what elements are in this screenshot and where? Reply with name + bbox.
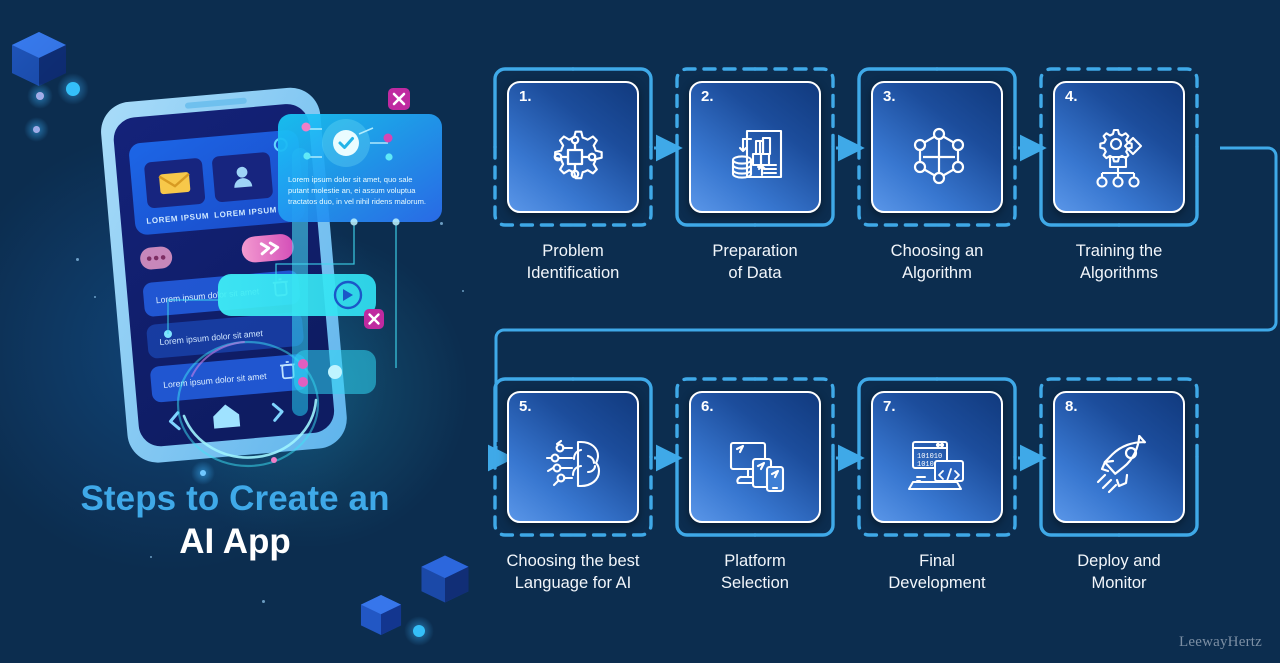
step-caption-7: Final Development — [834, 551, 1040, 595]
step-label-line1-1: Problem — [542, 242, 604, 260]
hexagon-nodes-icon — [873, 103, 1001, 211]
ai-brain-icon — [509, 413, 637, 521]
step-caption-6: Platform Selection — [652, 551, 858, 595]
step-caption-8: Deploy and Monitor — [1016, 551, 1222, 595]
step-card-body-3[interactable]: 3. — [871, 81, 1003, 213]
gear-network-icon — [509, 103, 637, 211]
step-label-line2-2: of Data — [728, 263, 782, 282]
step-label-line2-1: Identification — [526, 263, 620, 282]
step-caption-4: Training the Algorithms — [1016, 241, 1222, 285]
step-card-body-4[interactable]: 4. — [1053, 81, 1185, 213]
gear-hierarchy-icon — [1055, 103, 1183, 211]
step-caption-3: Choosing an Algorithm — [834, 241, 1040, 285]
infographic-canvas: LOREM IPSUM LOREM IPSUM Lorem ipsum dolo… — [0, 0, 1280, 663]
glow-particle — [27, 83, 53, 109]
step-card-body-2[interactable]: 2. — [689, 81, 821, 213]
ai-mobile-app-illustration: LOREM IPSUM LOREM IPSUM Lorem ipsum dolo… — [96, 86, 446, 468]
step-label-line2-3: Algorithm — [902, 263, 972, 282]
title-line-1: Steps to Create an — [80, 479, 390, 518]
title-line-2: AI App — [179, 521, 291, 561]
step-caption-2: Preparation of Data — [652, 241, 858, 285]
step-caption-1: Problem Identification — [470, 241, 676, 285]
page-title: Steps to Create an AI App — [0, 478, 470, 563]
step-label-line1-2: Preparation — [712, 242, 798, 260]
step-label-line1-8: Deploy and — [1077, 552, 1161, 570]
step-label-line2-4: Algorithms — [1080, 263, 1158, 282]
glow-particle — [191, 461, 215, 485]
step-label-line1-6: Platform — [724, 552, 786, 570]
step-label-line1-3: Choosing an — [890, 242, 984, 260]
particle-dot — [262, 600, 265, 603]
multi-device-icon — [691, 413, 819, 521]
watermark-logo: LeewayHertz — [1179, 634, 1262, 650]
step-card-body-8[interactable]: 8. — [1053, 391, 1185, 523]
code-laptop-icon: 101010 101010 — [873, 413, 1001, 521]
step-caption-5: Choosing the best Language for AI — [470, 551, 676, 595]
glow-particle — [57, 73, 89, 105]
step-label-line2-7: Development — [888, 573, 986, 592]
glow-particle — [404, 616, 434, 646]
step-card-body-1[interactable]: 1. — [507, 81, 639, 213]
step-card-body-5[interactable]: 5. — [507, 391, 639, 523]
step-card-body-6[interactable]: 6. — [689, 391, 821, 523]
step-label-line2-5: Language for AI — [514, 573, 632, 592]
rocket-icon — [1055, 413, 1183, 521]
step-label-line1-7: Final — [919, 552, 955, 570]
particle-dot — [462, 290, 464, 292]
svg-text:101010: 101010 — [917, 453, 942, 461]
glow-particle — [24, 117, 49, 142]
step-label-line1-5: Choosing the best — [506, 552, 640, 570]
svg-text:Lorem ipsum dolor sit amet, qu: Lorem ipsum dolor sit amet, quo sale put… — [288, 175, 426, 206]
database-document-icon — [691, 103, 819, 211]
step-card-body-7[interactable]: 7. 101010 101010 — [871, 391, 1003, 523]
decorative-cube-bottom-center — [358, 592, 404, 638]
particle-dot — [76, 258, 79, 261]
step-label-line2-6: Selection — [721, 573, 789, 592]
step-label-line1-4: Training the — [1075, 242, 1163, 260]
step-label-line2-8: Monitor — [1091, 573, 1147, 592]
steps-flow-diagram: 1. Problem Identification 2. Preparation… — [478, 52, 1278, 612]
